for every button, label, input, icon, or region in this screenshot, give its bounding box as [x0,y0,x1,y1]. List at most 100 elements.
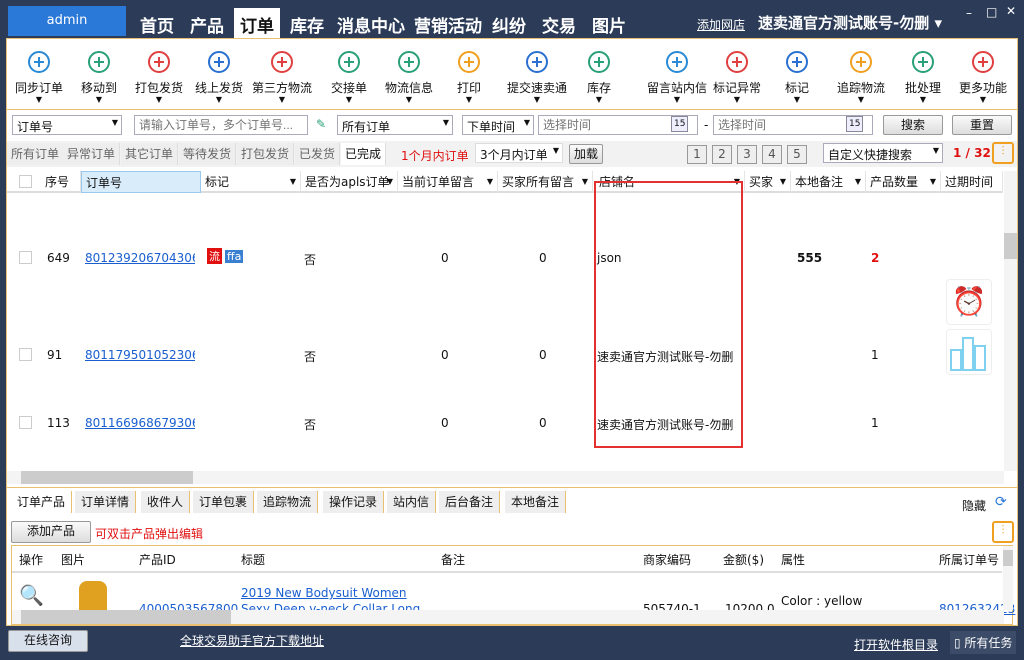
product-column-header[interactable]: 图片 [61,551,85,568]
bottom-tab-4[interactable]: 追踪物流 [257,491,319,513]
calendar-icon[interactable]: 15 [846,116,864,132]
nav-8[interactable]: 图片 [592,12,626,37]
page-1-button[interactable]: 1 [687,145,707,164]
toolbar-track-button[interactable]: 追踪物流 ▼ [831,49,891,104]
nav-0[interactable]: 首页 [140,12,174,37]
bottom-tab-3[interactable]: 订单包裹 [193,491,255,513]
download-link[interactable]: 全球交易助手官方下载地址 [180,632,324,649]
toolbar-pen-button[interactable]: 物流信息 ▼ [379,49,439,104]
all-tasks-button[interactable]: ▯ 所有任务 [950,631,1017,654]
row-checkbox[interactable] [19,251,32,264]
three-month-select[interactable]: 3个月内订单 ▼ [475,143,563,163]
status-tab-6[interactable]: 已完成 [341,143,387,165]
toolbar-flag-button[interactable]: 标记 ▼ [767,49,827,104]
select-all-checkbox[interactable] [19,175,32,188]
quick-search-select[interactable]: 自定义快捷搜索 ▼ [823,143,943,163]
toolbar-swap-button[interactable]: 交接单 ▼ [319,49,379,104]
toolbar-download-button[interactable]: 同步订单 ▼ [9,49,69,104]
product-column-header[interactable]: 标题 [241,551,265,568]
nav-5[interactable]: 营销活动 [414,12,482,37]
maximize-button[interactable]: □ [986,5,997,19]
column-header[interactable]: 订单号 [81,171,201,193]
hide-button[interactable]: 隐藏 [962,497,986,514]
product-title[interactable]: 2019 New Bodysuit Women [241,586,407,600]
nav-4[interactable]: 消息中心 [337,12,405,37]
reset-button[interactable]: 重置 [952,115,1012,135]
status-tab-3[interactable]: 等待发货 [179,143,237,165]
toolbar-plane-button[interactable]: 第三方物流 ▼ [252,49,312,104]
product-hscrollbar[interactable] [12,610,1004,624]
bottom-tab-8[interactable]: 本地备注 [505,491,567,513]
product-column-header[interactable]: 备注 [441,551,465,568]
add-store-link[interactable]: 添加网店 [697,16,745,33]
column-header[interactable]: 买家所有留言 ▼ [498,171,593,193]
status-tab-2[interactable]: 其它订单 [121,143,179,165]
page-5-button[interactable]: 5 [787,145,807,164]
product-column-settings-icon[interactable]: ⫶ [992,521,1014,543]
nav-6[interactable]: 纠纷 [492,12,526,37]
product-column-header[interactable]: 属性 [781,551,805,568]
nav-1[interactable]: 产品 [190,12,224,37]
bottom-tab-5[interactable]: 操作记录 [323,491,385,513]
user-badge[interactable]: admin [8,6,126,36]
status-tab-1[interactable]: 异常订单 [63,143,121,165]
column-header[interactable]: 标记 ▼ [201,171,301,193]
row-checkbox[interactable] [19,416,32,429]
online-consult-button[interactable]: 在线咨询 [8,630,88,652]
nav-7[interactable]: 交易 [542,12,576,37]
column-header[interactable]: 买家 ▼ [745,171,791,193]
order-scope-select[interactable]: 所有订单 ▼ [337,115,453,135]
add-product-button[interactable]: 添加产品 [11,521,91,543]
order-link[interactable]: 8011669686793062 [85,416,195,430]
bottom-tab-7[interactable]: 后台备注 [439,491,501,513]
page-2-button[interactable]: 2 [712,145,732,164]
field-select[interactable]: 订单号 ▼ [12,115,122,135]
load-button[interactable]: 加载 [569,144,603,164]
status-tab-0[interactable]: 所有订单 [7,143,65,165]
status-tab-5[interactable]: 已发货 [295,143,341,165]
product-vscrollbar[interactable] [1003,546,1013,610]
one-month-filter[interactable]: 1个月内订单 [401,147,469,164]
vertical-scrollbar[interactable] [1004,171,1017,471]
column-settings-icon[interactable]: ⫶ [992,142,1014,164]
status-tab-4[interactable]: 打包发货 [237,143,295,165]
column-header[interactable]: 是否为apls订单 ▼ [301,171,398,193]
toolbar-printer-button[interactable]: 打印 ▼ [439,49,499,104]
column-header[interactable]: 本地备注 ▼ [791,171,866,193]
page-4-button[interactable]: 4 [762,145,782,164]
toolbar-flag-button[interactable]: 标记异常 ▼ [707,49,767,104]
page-3-button[interactable]: 3 [737,145,757,164]
column-header[interactable]: 过期时间 [941,171,1003,193]
order-link[interactable]: 8011795010523062 [85,348,195,362]
bottom-tab-2[interactable]: 收件人 [141,491,191,513]
refresh-icon[interactable]: ⟳ [995,494,1007,510]
column-header[interactable]: 当前订单留言 ▼ [398,171,498,193]
bar-chart-icon[interactable] [946,329,992,375]
toolbar-warehouse-button[interactable]: 库存 ▼ [569,49,629,104]
toolbar-menu-button[interactable]: 更多功能 ▼ [953,49,1013,104]
product-column-header[interactable]: 所属订单号 [939,551,999,568]
bottom-tab-6[interactable]: 站内信 [387,491,437,513]
toolbar-batch-button[interactable]: 批处理 ▼ [893,49,953,104]
time-type-select[interactable]: 下单时间 ▼ [462,115,534,135]
calendar-icon[interactable]: 15 [671,116,689,132]
open-dir-link[interactable]: 打开软件根目录 [854,636,938,653]
toolbar-document-button[interactable]: 提交速卖通 ▼ [507,49,567,104]
zoom-icon[interactable]: 🔍 [19,583,44,607]
product-image[interactable] [79,581,107,611]
horizontal-scrollbar[interactable] [7,471,1004,484]
toolbar-chat-button[interactable]: 留言站内信 ▼ [647,49,707,104]
bottom-tab-0[interactable]: 订单产品 [11,491,73,513]
search-button[interactable]: 搜索 [883,115,943,135]
nav-3[interactable]: 库存 [290,12,324,37]
row-checkbox[interactable] [19,348,32,361]
column-header[interactable]: 序号 [41,171,81,193]
bottom-tab-1[interactable]: 订单详情 [75,491,137,513]
pen-icon[interactable]: ✎ [316,117,326,131]
product-column-header[interactable]: 产品ID [139,551,176,568]
minimize-button[interactable]: – [966,6,972,20]
account-selector[interactable]: 速卖通官方测试账号-勿删 ▾ [758,12,942,33]
toolbar-move-button[interactable]: 移动到 ▼ [69,49,129,104]
product-column-header[interactable]: 操作 [19,551,43,568]
close-button[interactable]: ✕ [1006,4,1016,18]
